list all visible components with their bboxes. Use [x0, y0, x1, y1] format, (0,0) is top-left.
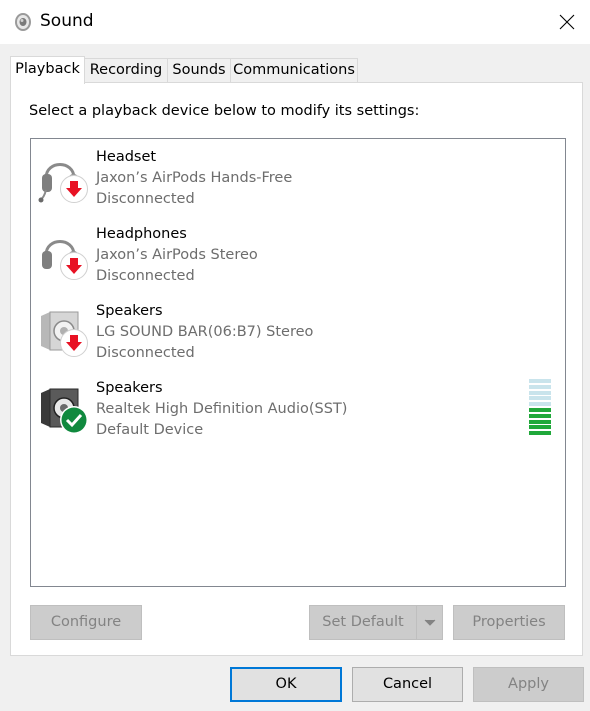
- meter-segment: [529, 390, 551, 395]
- window-title: Sound: [40, 11, 94, 31]
- meter-segment: [529, 431, 551, 436]
- device-item[interactable]: Headset Jaxon’s AirPods Hands-Free Disco…: [31, 145, 565, 221]
- set-default-dropdown[interactable]: [416, 605, 443, 640]
- close-icon: [559, 14, 575, 30]
- tab-communications[interactable]: Communications: [230, 58, 358, 83]
- device-item[interactable]: Speakers Realtek High Definition Audio(S…: [31, 376, 565, 452]
- ok-button[interactable]: OK: [230, 667, 342, 702]
- chevron-down-icon: [424, 619, 435, 626]
- device-description: Jaxon’s AirPods Hands-Free: [96, 170, 293, 186]
- device-name: Headset: [96, 149, 157, 165]
- device-status: Disconnected: [96, 345, 195, 361]
- disconnected-arrow-icon: [60, 329, 88, 357]
- meter-segment: [529, 384, 551, 389]
- meter-segment: [529, 419, 551, 424]
- apply-button[interactable]: Apply: [473, 667, 584, 702]
- disconnected-arrow-icon: [60, 252, 88, 280]
- disconnected-arrow-icon: [60, 175, 88, 203]
- device-status: Disconnected: [96, 268, 195, 284]
- meter-segment: [529, 425, 551, 430]
- device-item[interactable]: Speakers LG SOUND BAR(06:B7) Stereo Disc…: [31, 299, 565, 375]
- device-list[interactable]: Headset Jaxon’s AirPods Hands-Free Disco…: [30, 138, 566, 587]
- title-bar: Sound: [0, 0, 590, 44]
- meter-segment: [529, 379, 551, 383]
- volume-level-meter: [529, 379, 551, 439]
- device-name: Speakers: [96, 380, 163, 396]
- device-status: Default Device: [96, 422, 204, 438]
- meter-segment: [529, 396, 551, 401]
- meter-segment: [529, 407, 551, 412]
- playback-panel: Select a playback device below to modify…: [10, 82, 583, 656]
- sound-dialog: Sound Playback Recording Sounds Communic…: [0, 0, 590, 711]
- cancel-button[interactable]: Cancel: [352, 667, 463, 702]
- headset-icon: [38, 150, 88, 204]
- properties-button[interactable]: Properties: [453, 605, 565, 640]
- tab-sounds[interactable]: Sounds: [167, 58, 231, 83]
- device-item[interactable]: Headphones Jaxon’s AirPods Stereo Discon…: [31, 222, 565, 298]
- device-name: Speakers: [96, 303, 163, 319]
- default-check-icon: [60, 406, 88, 434]
- headphones-icon: [38, 227, 88, 281]
- configure-button[interactable]: Configure: [30, 605, 142, 640]
- speaker-icon: [38, 381, 88, 435]
- device-name: Headphones: [96, 226, 187, 242]
- device-description: Realtek High Definition Audio(SST): [96, 401, 348, 417]
- meter-segment: [529, 413, 551, 418]
- speaker-app-icon: [14, 12, 32, 32]
- tab-playback[interactable]: Playback: [10, 56, 85, 84]
- close-button[interactable]: [544, 0, 590, 44]
- meter-segment: [529, 402, 551, 407]
- device-description: Jaxon’s AirPods Stereo: [96, 247, 258, 263]
- tab-recording[interactable]: Recording: [84, 58, 168, 83]
- speaker-icon: [38, 304, 88, 358]
- device-description: LG SOUND BAR(06:B7) Stereo: [96, 324, 314, 340]
- instruction-text: Select a playback device below to modify…: [29, 103, 420, 119]
- device-status: Disconnected: [96, 191, 195, 207]
- set-default-button[interactable]: Set Default: [309, 605, 417, 640]
